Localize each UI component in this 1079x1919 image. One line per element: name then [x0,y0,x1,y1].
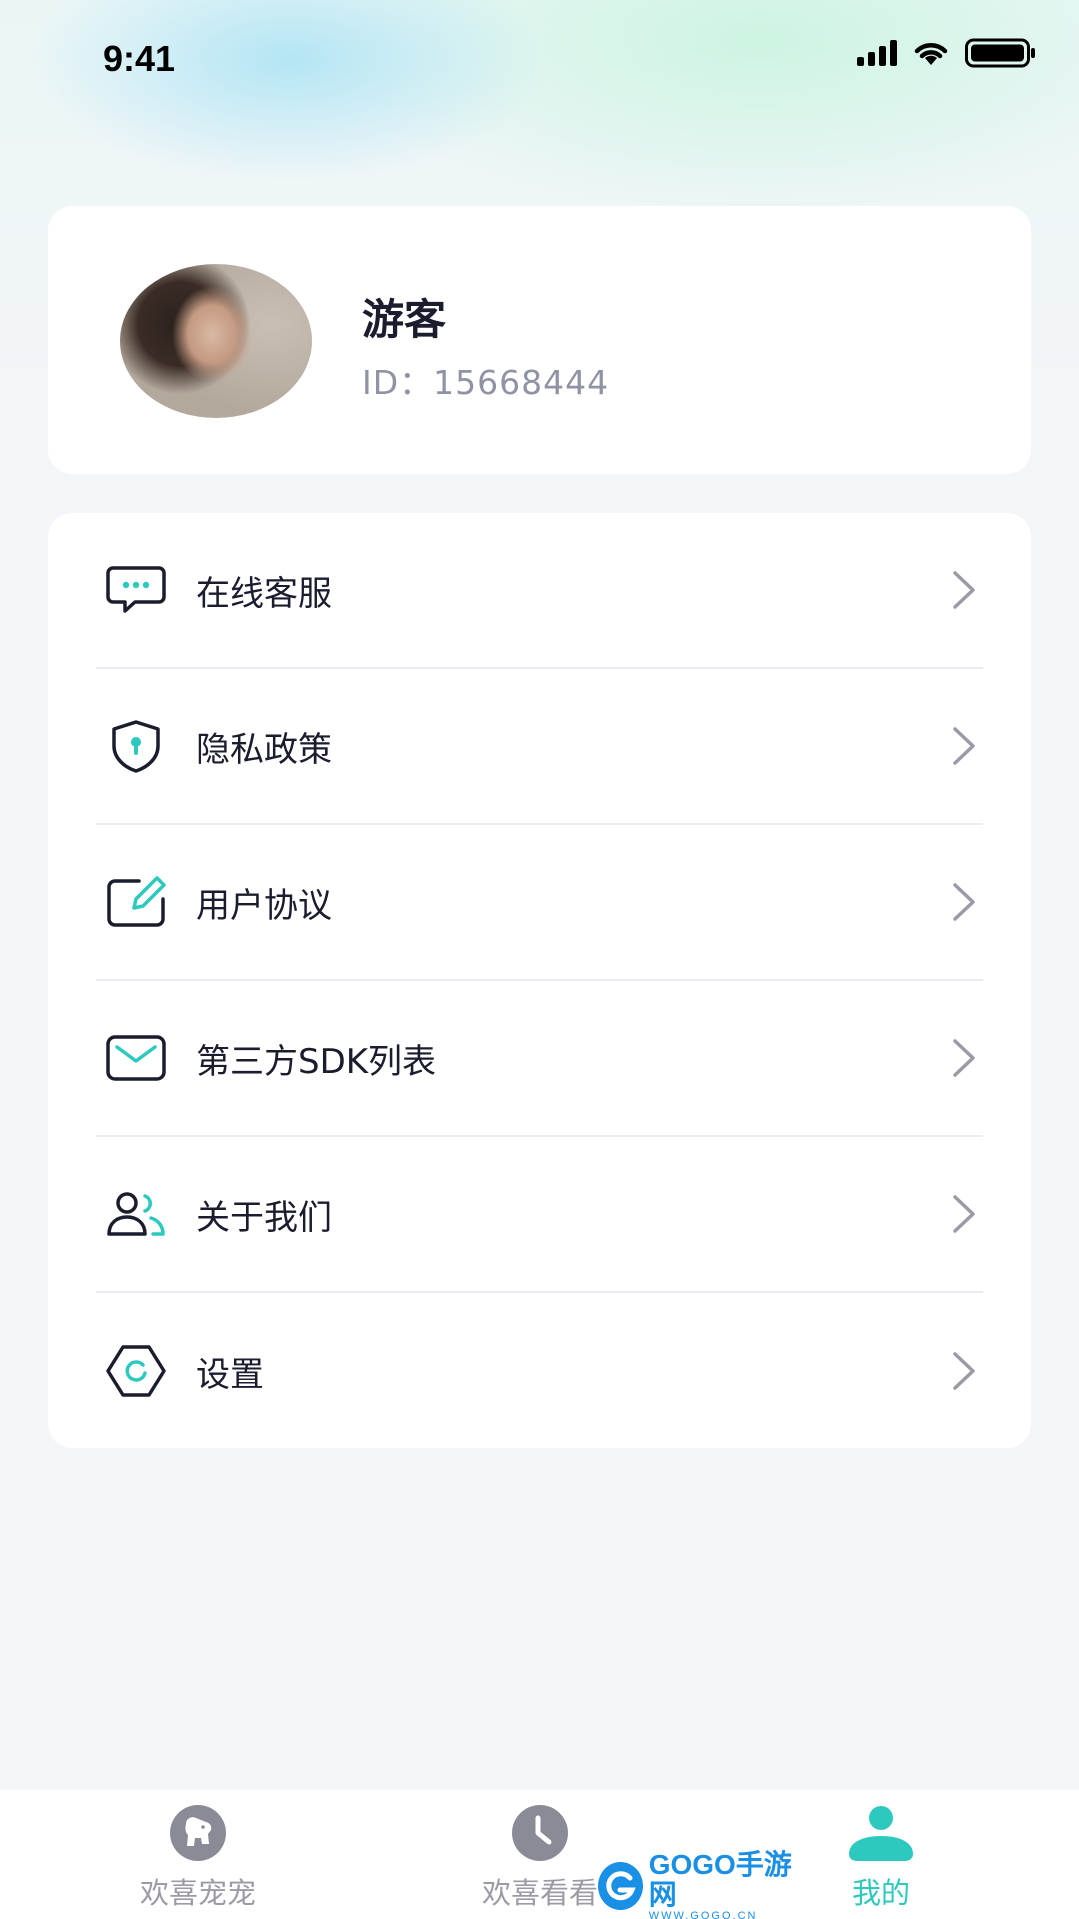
profile-icon [845,1804,917,1862]
avatar[interactable] [120,264,312,418]
username: 游客 [362,295,447,344]
bottom-tab-bar: 欢喜宠宠 欢喜看看 我的 [0,1790,1079,1919]
menu-label: 隐私政策 [196,729,332,770]
user-id: ID：15668444 [362,363,610,402]
chat-bubble-icon [104,558,168,622]
menu-item-user-agreement[interactable]: 用户协议 [96,825,983,981]
menu-item-about-us[interactable]: 关于我们 [96,1137,983,1293]
shield-lock-icon [104,714,168,778]
menu-item-online-service[interactable]: 在线客服 [96,513,983,669]
cellular-signal-icon [857,40,897,66]
watermark-logo: GOGO手游网 WWW.GOGO.CN [598,1850,808,1919]
chevron-right-icon [949,1347,979,1395]
tab-pets[interactable]: 欢喜宠宠 [98,1804,298,1912]
chevron-right-icon [949,1190,979,1238]
status-bar: 9:41 [0,0,1079,110]
settings-menu: 在线客服 隐私政策 用户协议 第三方SDK列表 关于我们 设置 [48,513,1031,1448]
menu-label: 在线客服 [196,573,332,614]
tab-label: 欢喜宠宠 [139,1876,256,1910]
menu-item-settings[interactable]: 设置 [96,1293,983,1449]
menu-label: 第三方SDK列表 [196,1041,437,1082]
status-time: 9:41 [103,38,176,79]
wifi-icon [914,43,948,65]
tab-mine[interactable]: 我的 [781,1804,981,1912]
tab-label: 欢喜看看 [481,1876,598,1910]
watermark-g-icon [598,1862,643,1910]
gear-icon [104,1339,168,1403]
menu-label: 设置 [196,1354,264,1395]
pet-icon [162,1804,234,1862]
watermark-main: GOGO手游网 [648,1849,792,1910]
menu-label: 用户协议 [196,885,332,926]
clock-icon [504,1804,576,1862]
tab-label: 我的 [851,1876,910,1910]
chevron-right-icon [949,1034,979,1082]
menu-item-privacy-policy[interactable]: 隐私政策 [96,669,983,825]
chevron-right-icon [949,722,979,770]
profile-card[interactable]: 游客 ID：15668444 [48,206,1031,474]
chevron-right-icon [949,566,979,614]
users-icon [104,1182,168,1246]
status-icons [857,38,1037,68]
watermark-sub: WWW.GOGO.CN [648,1910,758,1919]
battery-icon [965,38,1035,68]
chevron-right-icon [949,878,979,926]
watermark-text: GOGO手游网 WWW.GOGO.CN [649,1850,808,1919]
edit-note-icon [104,870,168,934]
menu-label: 关于我们 [196,1197,332,1238]
mail-icon [104,1026,168,1090]
menu-item-third-party-sdk[interactable]: 第三方SDK列表 [96,981,983,1137]
